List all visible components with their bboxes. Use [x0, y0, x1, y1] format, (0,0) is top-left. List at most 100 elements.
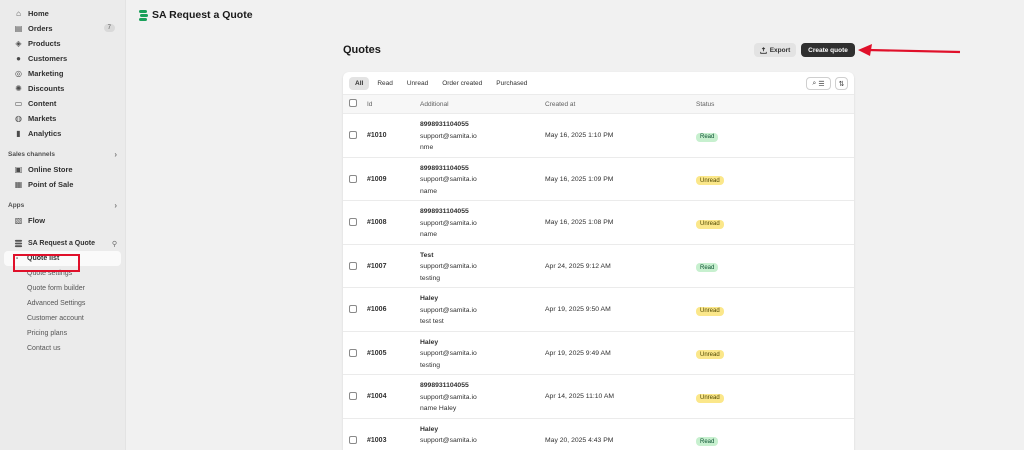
sidebar-item-discounts[interactable]: ✺ Discounts [4, 81, 121, 96]
column-status: Status [696, 100, 715, 108]
table-row[interactable]: #1006 Haley support@samita.io test test Apr … [343, 288, 854, 332]
row-checkbox[interactable] [349, 218, 357, 228]
table-row[interactable]: #1005 Haley support@samita.io testing Apr 19… [343, 332, 854, 375]
content-icon: ▭ [14, 99, 23, 108]
tab-order-created[interactable]: Order created [436, 77, 488, 90]
row-checkbox[interactable] [349, 435, 357, 446]
sidebar-item-flow[interactable]: ▧ Flow [4, 213, 121, 228]
export-button[interactable]: Export [754, 43, 796, 57]
customer-email: support@samita.io [420, 350, 477, 357]
search-filter-button[interactable]: ⌕ ☰ [806, 77, 831, 90]
table-row[interactable]: #1007 Test support@samita.io testing Apr 24,… [343, 245, 854, 288]
quote-additional: 8998931104055 support@samita.io name [420, 163, 477, 198]
status-cell: Unread [696, 175, 724, 185]
tab-read[interactable]: Read [371, 77, 399, 90]
status-cell: Unread [696, 218, 724, 229]
customer-email: support@samita.io [420, 393, 477, 401]
tab-unread[interactable]: Unread [401, 77, 434, 90]
row-checkbox[interactable] [349, 174, 357, 185]
column-created-at[interactable]: Created at [545, 101, 575, 108]
subnav-item-advanced-settings[interactable]: Advanced Settings [4, 296, 121, 311]
row-checkbox[interactable] [349, 392, 357, 402]
quote-id[interactable]: #1004 [367, 393, 386, 400]
table-row[interactable]: #1010 8998931104055 support@samita.io nme Ma… [343, 114, 854, 158]
created-at: Apr 19, 2025 9:50 AM [545, 306, 611, 313]
orders-icon: ▤ [14, 24, 23, 33]
app-icon [14, 239, 23, 248]
table-row[interactable]: #1009 8998931104055 support@samita.io name M… [343, 158, 854, 201]
customer-name: Test [420, 251, 434, 259]
subnav-item-customer-account[interactable]: Customer account [4, 311, 121, 326]
created-at: Apr 19, 2025 9:49 AM [545, 349, 611, 357]
column-id[interactable]: Id [367, 101, 372, 108]
table-row[interactable]: #1003 Haley support@samita.io May 20, 2025 … [343, 419, 854, 450]
chevron-right-icon: › [114, 150, 117, 159]
quote-additional: 8998931104055 support@samita.io name Haley [420, 380, 477, 415]
sidebar-item-online-store[interactable]: ▣ Online Store [4, 162, 121, 177]
customer-email: support@samita.io [420, 437, 477, 444]
quote-id[interactable]: #1007 [367, 263, 386, 270]
created-at: May 16, 2025 1:10 PM [545, 132, 614, 139]
row-checkbox[interactable] [349, 305, 357, 315]
sales-channels-label[interactable]: Sales channels › [0, 147, 125, 162]
sidebar-item-home[interactable]: ⌂ Home [4, 6, 121, 21]
subnav-item-pricing-plans[interactable]: Pricing plans [4, 326, 121, 341]
quote-id[interactable]: #1006 [367, 306, 386, 313]
sidebar-item-label: Online Store [28, 165, 73, 174]
table-row[interactable]: #1008 8998931104055 support@samita.io name M… [343, 201, 854, 245]
tab-purchased[interactable]: Purchased [490, 77, 533, 90]
quote-additional: Haley support@samita.io test test [420, 293, 477, 328]
row-checkbox[interactable] [349, 348, 357, 359]
status-badge: Read [696, 263, 719, 272]
quote-id[interactable]: #1009 [367, 176, 386, 183]
sidebar-item-products[interactable]: ◈ Products [4, 36, 121, 51]
row-checkbox[interactable] [349, 131, 357, 141]
sidebar-item-analytics[interactable]: ▮ Analytics [4, 126, 121, 141]
status-cell: Read [696, 436, 719, 446]
customer-email: support@samita.io [420, 132, 477, 140]
sidebar-item-customers[interactable]: ● Customers [4, 51, 121, 66]
quote-additional: Haley support@samita.io [420, 424, 477, 447]
select-all-checkbox[interactable] [349, 99, 357, 109]
subnav-label: Pricing plans [27, 330, 68, 337]
subnav-item-contact-us[interactable]: Contact us [4, 341, 121, 356]
sidebar-item-marketing[interactable]: ◎ Marketing [4, 66, 121, 81]
customer-name: Haley [420, 425, 439, 433]
pin-icon[interactable]: ⚲ [112, 240, 117, 248]
subnav-label: Customer account [27, 315, 84, 322]
flow-icon: ▧ [14, 216, 23, 225]
sidebar-item-content[interactable]: ▭ Content [4, 96, 121, 111]
tab-all[interactable]: All [349, 76, 370, 90]
status-cell: Unread [696, 305, 724, 316]
create-quote-button[interactable]: Create quote [801, 43, 855, 57]
export-icon [759, 46, 767, 54]
apps-label[interactable]: Apps › [0, 198, 125, 213]
row-checkbox[interactable] [349, 261, 357, 272]
status-badge: Unread [696, 176, 724, 185]
app-nav-item[interactable]: SA Request a Quote ⚲ [4, 236, 121, 251]
sidebar-item-markets[interactable]: ◍ Markets [4, 111, 121, 126]
status-badge: Read [696, 437, 719, 446]
table-row[interactable]: #1004 8998931104055 support@samita.io name … [343, 375, 854, 419]
quote-id[interactable]: #1005 [367, 350, 386, 357]
status-badge: Unread [696, 219, 724, 229]
quote-id[interactable]: #1010 [367, 132, 386, 139]
sidebar-item-point-of-sale[interactable]: ▦ Point of Sale [4, 177, 121, 192]
status-cell: Read [696, 131, 719, 142]
sidebar-item-label: Flow [28, 216, 46, 225]
sidebar-item-label: Orders [28, 24, 53, 33]
app-title: SA Request a Quote [152, 9, 253, 21]
quote-note: name [420, 231, 438, 238]
sidebar-item-orders[interactable]: ▤ Orders 7 [4, 21, 121, 36]
quote-additional: 8998931104055 support@samita.io nme [420, 119, 477, 154]
quote-id[interactable]: #1008 [367, 219, 386, 226]
sidebar-item-label: Markets [28, 114, 57, 123]
sort-button[interactable]: ⇅ [835, 77, 848, 90]
sales-channels-text: Sales channels [8, 151, 55, 158]
subnav-label: Quote form builder [27, 285, 85, 292]
sort-icon: ⇅ [838, 80, 845, 88]
subnav-item-quote-form-builder[interactable]: Quote form builder [4, 281, 121, 296]
quote-id[interactable]: #1003 [367, 437, 386, 444]
online-store-icon: ▣ [14, 165, 23, 174]
quote-note: nme [420, 144, 434, 151]
